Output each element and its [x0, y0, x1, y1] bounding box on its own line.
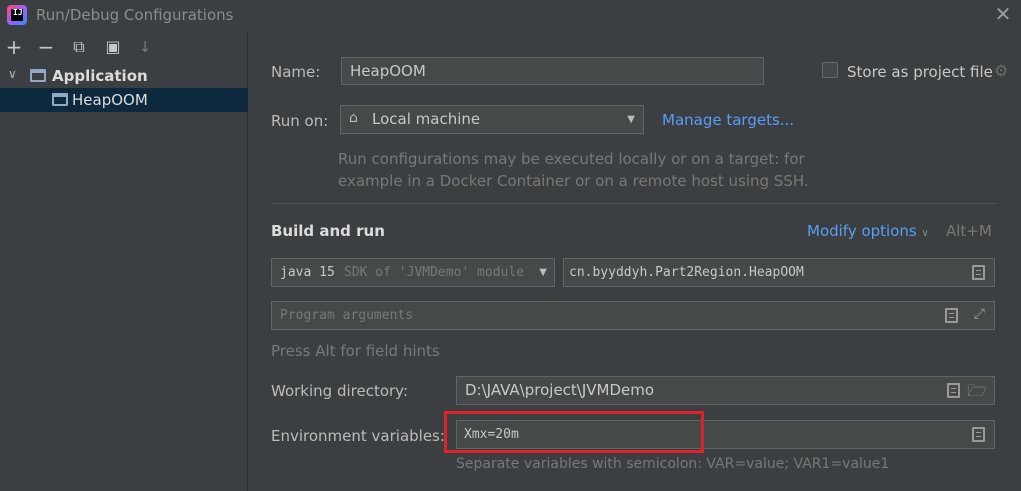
copy-configuration-icon[interactable]: ⧉ — [68, 36, 90, 58]
modify-options-link[interactable]: Modify options ∨ — [807, 222, 929, 240]
expand-icon[interactable]: ⤢ — [974, 306, 985, 322]
new-folder-icon[interactable]: ▣ — [102, 36, 124, 58]
dropdown-arrow-icon: ▼ — [627, 114, 635, 125]
name-label: Name: — [271, 63, 321, 81]
working-directory-label: Working directory: — [271, 382, 409, 400]
jdk-dropdown[interactable]: java 15 SDK of 'JVMDemo' module ▼ — [271, 258, 555, 287]
store-as-project-label: Store as project file — [847, 63, 993, 81]
jdk-version: java 15 — [280, 265, 335, 280]
application-config-icon — [52, 93, 68, 106]
name-field[interactable]: HeapOOM — [341, 57, 764, 85]
chevron-down-icon: ∨ — [921, 228, 929, 239]
name-value: HeapOOM — [350, 62, 426, 80]
run-on-value: Local machine — [372, 110, 481, 128]
program-arguments-field[interactable]: Program arguments ⤢ — [271, 301, 995, 330]
store-as-project-checkbox[interactable] — [822, 62, 838, 78]
manage-targets-link[interactable]: Manage targets... — [662, 111, 794, 129]
build-and-run-heading: Build and run — [271, 222, 385, 240]
edit-env-note-icon[interactable] — [972, 427, 985, 442]
configurations-tree-panel: + − ⧉ ▣ ↓ ∨ Application HeapOOM — [0, 32, 248, 491]
remove-configuration-icon[interactable]: − — [35, 36, 57, 58]
intellij-app-icon: IJ — [7, 5, 27, 25]
main-class-value: cn.byyddyh.Part2Region.HeapOOM — [569, 265, 804, 280]
add-configuration-icon[interactable]: + — [3, 36, 25, 58]
folder-icon[interactable]: 🗁 — [967, 380, 987, 407]
tree-toolbar: + − ⧉ ▣ ↓ — [0, 32, 247, 62]
environment-variables-label: Environment variables: — [271, 427, 445, 445]
title-bar: IJ Run/Debug Configurations ✕ — [0, 0, 1021, 32]
home-icon: ⌂ — [349, 110, 358, 126]
highlight-annotation-box — [444, 411, 704, 453]
configuration-editor: Name: HeapOOM Store as project file ⚙ Ru… — [249, 32, 1021, 491]
macro-note-icon[interactable] — [947, 383, 960, 398]
tree-item-heapoom[interactable]: HeapOOM — [0, 88, 248, 112]
browse-note-icon[interactable] — [972, 265, 985, 280]
program-arguments-placeholder: Program arguments — [280, 308, 414, 323]
field-hints-text: Press Alt for field hints — [271, 342, 440, 360]
tree-item-label: HeapOOM — [72, 91, 148, 109]
chevron-down-icon[interactable]: ∨ — [8, 67, 17, 81]
main-class-field[interactable]: cn.byyddyh.Part2Region.HeapOOM — [563, 258, 995, 287]
modify-options-shortcut: Alt+M — [946, 222, 992, 240]
dropdown-arrow-icon: ▼ — [539, 267, 547, 278]
jdk-detail: SDK of 'JVMDemo' module — [344, 265, 525, 280]
working-directory-value: D:\JAVA\project\JVMDemo — [465, 381, 655, 399]
close-icon[interactable]: ✕ — [993, 4, 1013, 24]
window-title: Run/Debug Configurations — [36, 6, 234, 24]
section-divider — [271, 203, 996, 204]
expand-note-icon[interactable] — [945, 308, 958, 323]
application-config-icon — [30, 69, 46, 82]
run-on-dropdown[interactable]: ⌂ Local machine ▼ — [340, 105, 644, 134]
environment-variables-help: Separate variables with semicolon: VAR=v… — [456, 456, 890, 472]
run-on-help-line2: example in a Docker Container or on a re… — [338, 172, 809, 190]
run-on-help-line1: Run configurations may be executed local… — [338, 150, 805, 168]
sort-icon[interactable]: ↓ — [134, 36, 156, 58]
gear-icon[interactable]: ⚙ — [994, 61, 1008, 80]
run-on-label: Run on: — [271, 112, 329, 130]
tree-group-label: Application — [52, 67, 148, 85]
tree-group-application[interactable]: ∨ Application — [0, 64, 248, 88]
working-directory-field[interactable]: D:\JAVA\project\JVMDemo 🗁 — [456, 376, 995, 405]
